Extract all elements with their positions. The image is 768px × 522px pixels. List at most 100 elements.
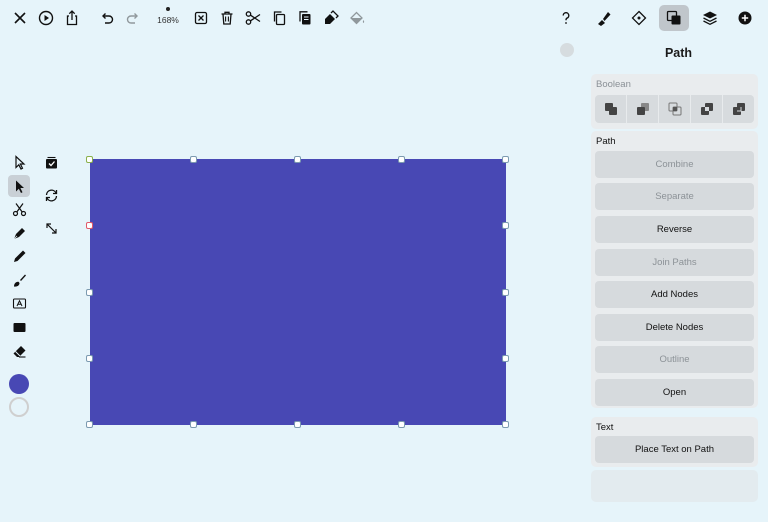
node-handle[interactable] xyxy=(294,156,301,163)
node-handle[interactable] xyxy=(502,421,509,428)
node-handle-start[interactable] xyxy=(86,222,93,229)
zoom-label: 168% xyxy=(157,15,179,25)
rotate-icon xyxy=(45,189,57,201)
node-handle[interactable] xyxy=(190,421,197,428)
node-handle[interactable] xyxy=(86,289,93,296)
scissors-icon xyxy=(12,202,26,216)
stack-check-button[interactable] xyxy=(40,151,62,173)
add-nodes-button[interactable]: Add Nodes xyxy=(595,281,754,308)
trash-icon xyxy=(221,11,233,25)
union-button[interactable] xyxy=(595,95,627,123)
outline-button[interactable]: Outline xyxy=(595,346,754,373)
divide-button[interactable] xyxy=(723,95,754,123)
fill-bucket-button[interactable] xyxy=(345,6,369,30)
node-handle[interactable] xyxy=(294,421,301,428)
exclude-icon xyxy=(700,103,713,115)
help-button[interactable] xyxy=(551,5,581,31)
tab-path-ops[interactable] xyxy=(659,5,689,31)
path-section: Path Combine Separate Reverse Join Paths… xyxy=(591,131,758,408)
tool-node-select[interactable] xyxy=(8,175,30,197)
tool-brush[interactable] xyxy=(8,269,30,291)
intersect-button[interactable] xyxy=(659,95,691,123)
paste-style-button[interactable] xyxy=(319,6,343,30)
intersect-icon xyxy=(668,102,681,116)
rotate-button[interactable] xyxy=(40,184,62,206)
tool-eraser[interactable] xyxy=(8,340,30,362)
brush-icon xyxy=(13,274,26,287)
node-handle[interactable] xyxy=(502,156,509,163)
stroke-color-swatch[interactable] xyxy=(9,397,29,417)
close-button[interactable] xyxy=(8,6,32,30)
combine-button[interactable]: Combine xyxy=(595,151,754,178)
node-handle[interactable] xyxy=(86,421,93,428)
add-icon xyxy=(738,11,752,25)
delete-button[interactable] xyxy=(215,6,239,30)
node-handle[interactable] xyxy=(86,156,93,163)
status-dot xyxy=(560,43,574,57)
cut-icon xyxy=(245,11,261,25)
separate-button[interactable]: Separate xyxy=(595,183,754,210)
boolean-section: Boolean xyxy=(591,74,758,129)
style-icon xyxy=(598,12,611,26)
node-handle[interactable] xyxy=(190,156,197,163)
delete-nodes-button[interactable]: Delete Nodes xyxy=(595,314,754,341)
path-section-label: Path xyxy=(596,136,616,147)
tool-pen[interactable] xyxy=(8,222,30,244)
paste-button[interactable] xyxy=(293,6,317,30)
node-handle[interactable] xyxy=(86,355,93,362)
text-section: Text Place Text on Path xyxy=(591,417,758,467)
close-icon xyxy=(14,12,26,24)
add-button[interactable] xyxy=(730,5,760,31)
divide-icon xyxy=(732,103,745,115)
redo-button[interactable] xyxy=(121,6,145,30)
panel-title: Path xyxy=(664,46,693,60)
node-handle[interactable] xyxy=(502,222,509,229)
tab-nodes[interactable] xyxy=(624,5,654,31)
reverse-button[interactable]: Reverse xyxy=(595,216,754,243)
rectangle-icon xyxy=(13,322,25,332)
layers-icon xyxy=(703,11,717,26)
zoom-level[interactable]: 168% xyxy=(150,6,186,30)
paste-style-icon xyxy=(325,10,339,24)
share-icon xyxy=(66,10,78,26)
cut-button[interactable] xyxy=(241,6,265,30)
top-toolbar: 168% xyxy=(0,0,590,36)
deselect-button[interactable] xyxy=(189,6,213,30)
tool-pencil[interactable] xyxy=(8,245,30,267)
join-paths-button[interactable]: Join Paths xyxy=(595,249,754,276)
play-button[interactable] xyxy=(34,6,58,30)
node-handle[interactable] xyxy=(502,289,509,296)
tool-rectangle[interactable] xyxy=(8,316,30,338)
exclude-button[interactable] xyxy=(691,95,723,123)
selected-rectangle[interactable] xyxy=(90,159,506,425)
subtract-icon xyxy=(636,103,649,115)
copy-icon xyxy=(273,11,286,26)
help-icon xyxy=(562,12,570,24)
node-handle[interactable] xyxy=(398,156,405,163)
node-select-icon xyxy=(15,180,24,193)
text-icon xyxy=(12,297,26,309)
node-handle[interactable] xyxy=(398,421,405,428)
tool-scissors[interactable] xyxy=(8,198,30,220)
stack-check-icon xyxy=(45,156,57,168)
copy-button[interactable] xyxy=(267,6,291,30)
subtract-button[interactable] xyxy=(627,95,659,123)
place-text-on-path-button[interactable]: Place Text on Path xyxy=(595,436,754,463)
tab-layers[interactable] xyxy=(695,5,725,31)
pencil-icon xyxy=(13,250,25,262)
fill-color-swatch[interactable] xyxy=(9,374,29,394)
tool-text[interactable] xyxy=(8,292,30,314)
play-icon xyxy=(38,10,54,26)
path-ops-icon xyxy=(666,10,681,25)
resize-button[interactable] xyxy=(40,217,62,239)
eraser-icon xyxy=(13,345,25,358)
deselect-icon xyxy=(194,11,208,25)
undo-button[interactable] xyxy=(95,6,119,30)
node-handle[interactable] xyxy=(502,355,509,362)
boolean-ops-row xyxy=(595,95,754,123)
tab-style[interactable] xyxy=(589,5,619,31)
share-button[interactable] xyxy=(60,6,84,30)
open-button[interactable]: Open xyxy=(595,379,754,406)
tool-select[interactable] xyxy=(8,151,30,173)
fill-bucket-icon xyxy=(350,11,365,25)
